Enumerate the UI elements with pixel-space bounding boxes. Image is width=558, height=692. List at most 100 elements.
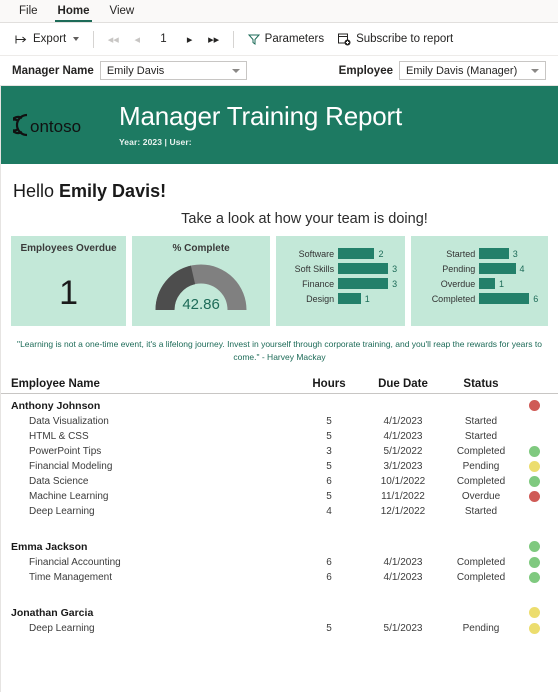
employee-value: Emily Davis (Manager)	[406, 64, 518, 77]
bar-value: 3	[512, 248, 518, 259]
report-toolbar: Export ◂◂ ◂ 1 ▸ ▸▸ Parameters Subscribe …	[0, 23, 558, 56]
inspirational-quote: "Learning is not a one-time event, it's …	[17, 339, 542, 362]
status-dot-cell	[520, 556, 548, 568]
bar-fill	[479, 248, 509, 259]
table-row[interactable]: Time Management 6 4/1/2023 Completed	[1, 570, 558, 585]
status-dot	[528, 400, 540, 411]
bar-label: Finance	[302, 278, 335, 289]
table-row[interactable]: Financial Modeling 5 3/1/2023 Pending	[1, 459, 558, 474]
export-label: Export	[33, 33, 67, 45]
course-due-date: 10/1/2022	[380, 475, 426, 487]
course-status: Started	[464, 415, 498, 427]
course-due-date: 4/1/2023	[383, 415, 423, 427]
export-button[interactable]: Export	[8, 30, 86, 48]
course-name: PowerPoint Tips	[29, 445, 102, 457]
parameters-button[interactable]: Parameters	[241, 30, 331, 48]
employee-select[interactable]: Emily Davis (Manager)	[399, 61, 546, 80]
status-dot-cell	[520, 490, 548, 502]
status-dot	[528, 475, 540, 487]
status-dot-cell	[520, 475, 548, 487]
table-row[interactable]: Financial Accounting 6 4/1/2023 Completed	[1, 555, 558, 570]
tab-home[interactable]: Home	[48, 0, 100, 22]
course-name: Financial Accounting	[29, 556, 121, 568]
table-body: Anthony Johnson Data Visualization 5 4/1/20…	[1, 394, 558, 636]
training-table: Employee Name Hours Due Date Status Anth…	[1, 364, 558, 636]
bar-fill	[338, 263, 389, 274]
kpi-card-row: Employees Overdue 1 % Complete 42.86 Sof…	[1, 227, 558, 326]
manager-name-parameter: Manager Name Emily Davis	[12, 61, 247, 80]
table-row[interactable]: Deep Learning 4 12/1/2022 Started	[1, 504, 558, 519]
category-bar-chart: Software 2 Soft Skills 3 Finance 3 Desig…	[276, 236, 406, 326]
status-dot	[528, 490, 540, 502]
table-row[interactable]: Data Visualization 5 4/1/2023 Started	[1, 414, 558, 429]
contoso-logo-icon: ontoso	[13, 108, 105, 142]
subscribe-button[interactable]: Subscribe to report	[331, 30, 460, 49]
report-banner: ontoso Manager Training Report Year: 202…	[1, 86, 558, 164]
bar-label: Pending	[442, 263, 476, 274]
toolbar-divider-1	[93, 30, 95, 48]
bar-fill	[479, 263, 516, 274]
chevron-down-icon	[531, 68, 539, 73]
bar-value: 1	[499, 278, 505, 289]
table-row[interactable]: Data Science 6 10/1/2022 Completed	[1, 474, 558, 489]
bar-value: 2	[378, 248, 384, 259]
tab-view[interactable]: View	[99, 0, 144, 22]
manager-name-select[interactable]: Emily Davis	[99, 61, 247, 80]
table-row[interactable]: Deep Learning 5 5/1/2023 Pending	[1, 621, 558, 636]
first-page-button[interactable]: ◂◂	[101, 28, 125, 50]
employee-group-name: Jonathan Garcia	[11, 606, 94, 619]
course-hours: 6	[326, 556, 332, 568]
course-status: Completed	[456, 445, 506, 457]
subscribe-icon	[338, 33, 351, 46]
course-name: Financial Modeling	[29, 460, 113, 472]
group-status-dot-cell	[520, 400, 548, 411]
bar-row: Started 3	[417, 246, 540, 261]
last-page-icon: ▸▸	[208, 33, 220, 46]
course-status: Completed	[456, 556, 506, 568]
greeting-name: Emily Davis!	[59, 181, 167, 201]
table-row[interactable]: Machine Learning 5 11/1/2022 Overdue	[1, 489, 558, 504]
banner-text-block: Manager Training Report Year: 2023 | Use…	[119, 102, 402, 148]
greeting-prefix: Hello	[13, 181, 60, 201]
bar-value: 3	[392, 263, 398, 274]
bar-fill	[479, 278, 496, 289]
employee-group-header[interactable]: Jonathan Garcia	[1, 601, 558, 621]
course-due-date: 12/1/2022	[380, 505, 426, 517]
course-due-date: 4/1/2023	[383, 571, 423, 583]
course-due-date: 4/1/2023	[383, 430, 423, 442]
course-name: Time Management	[29, 571, 112, 583]
course-hours: 5	[326, 490, 332, 502]
employee-label: Employee	[338, 64, 393, 77]
percent-complete-gauge: 42.86	[132, 254, 270, 317]
next-page-icon: ▸	[186, 33, 193, 46]
chevron-down-icon	[231, 68, 240, 73]
report-canvas: ontoso Manager Training Report Year: 202…	[0, 86, 558, 692]
employee-group-header[interactable]: Anthony Johnson	[1, 394, 558, 414]
course-hours: 3	[326, 445, 332, 457]
last-page-button[interactable]: ▸▸	[202, 28, 226, 50]
employee-group-header[interactable]: Emma Jackson	[1, 535, 558, 555]
course-name: Data Visualization	[29, 415, 109, 427]
percent-complete-card: % Complete 42.86	[132, 236, 271, 326]
bar-label: Overdue	[440, 278, 476, 289]
tab-file-label: File	[19, 5, 38, 17]
course-status: Pending	[462, 622, 500, 634]
next-page-button[interactable]: ▸	[178, 28, 202, 50]
table-row[interactable]: HTML & CSS 5 4/1/2023 Started	[1, 429, 558, 444]
course-name: Data Science	[29, 475, 89, 487]
page-number-display[interactable]: 1	[149, 33, 177, 45]
previous-page-button[interactable]: ◂	[125, 28, 149, 50]
parameters-bar: Manager Name Emily Davis Employee Emily …	[0, 56, 558, 86]
toolbar-divider-2	[232, 30, 234, 48]
course-name: HTML & CSS	[29, 430, 89, 442]
status-dot-cell	[520, 445, 548, 457]
table-row[interactable]: PowerPoint Tips 3 5/1/2022 Completed	[1, 444, 558, 459]
bar-row: Overdue 1	[417, 276, 540, 291]
report-subtitle: Year: 2023 | User:	[119, 137, 192, 148]
tagline: Take a look at how your team is doing!	[181, 211, 428, 227]
employees-overdue-card: Employees Overdue 1	[11, 236, 127, 326]
tab-file[interactable]: File	[9, 0, 48, 22]
course-name: Deep Learning	[29, 622, 95, 634]
